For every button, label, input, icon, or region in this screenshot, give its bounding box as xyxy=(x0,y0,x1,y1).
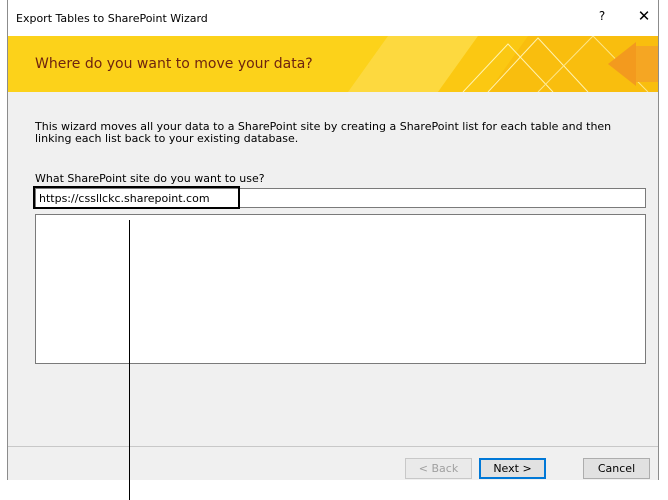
wizard-description: This wizard moves all your data to a Sha… xyxy=(35,120,612,145)
title-bar: Export Tables to SharePoint Wizard ? ✕ xyxy=(8,0,658,36)
sharepoint-site-input[interactable] xyxy=(35,188,646,208)
wizard-banner: Where do you want to move your data? xyxy=(8,36,658,92)
sharepoint-site-label: What SharePoint site do you want to use? xyxy=(35,172,265,185)
export-wizard-dialog: Export Tables to SharePoint Wizard ? ✕ W… xyxy=(7,0,659,480)
back-button[interactable]: < Back xyxy=(405,458,472,479)
wizard-heading: Where do you want to move your data? xyxy=(35,56,313,72)
callout-line xyxy=(129,220,130,500)
close-icon[interactable]: ✕ xyxy=(636,7,652,25)
help-icon[interactable]: ? xyxy=(595,9,609,23)
wizard-footer: < Back Next > Cancel xyxy=(8,446,658,480)
dialog-title: Export Tables to SharePoint Wizard xyxy=(16,12,208,25)
wizard-content: This wizard moves all your data to a Sha… xyxy=(8,92,658,446)
next-button[interactable]: Next > xyxy=(479,458,546,479)
cancel-button[interactable]: Cancel xyxy=(583,458,650,479)
site-list-box[interactable] xyxy=(35,214,646,364)
